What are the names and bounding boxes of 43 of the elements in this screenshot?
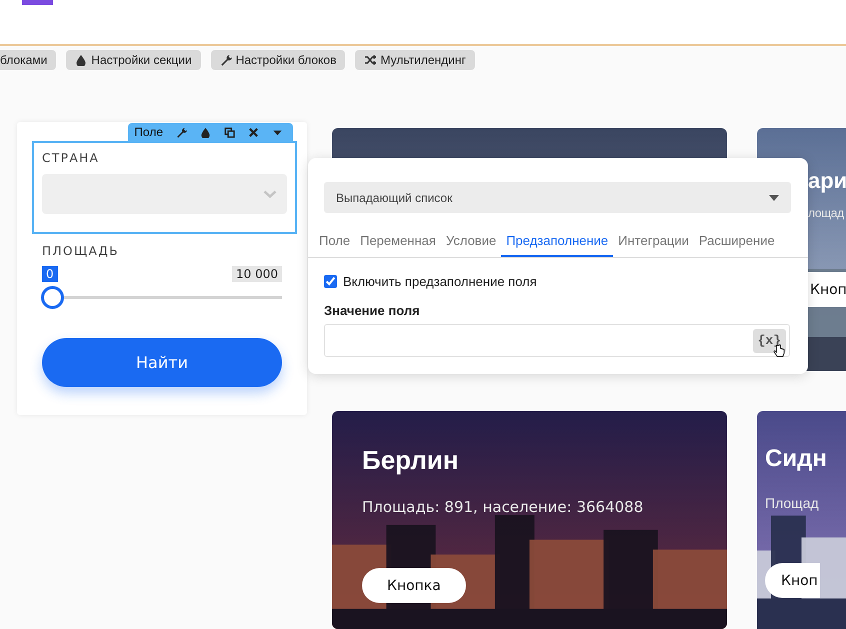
caret-down-icon [769, 194, 779, 200]
field-label: ПЛОЩАДЬ [42, 244, 120, 258]
card-button[interactable]: Кноп [808, 272, 846, 307]
card-title: Берлин [362, 445, 459, 476]
settings-tab[interactable]: Интеграции [613, 227, 694, 257]
drop-icon[interactable] [200, 126, 210, 138]
close-icon[interactable] [248, 126, 258, 138]
card-button[interactable]: Кнопка [362, 568, 466, 603]
field-label-tag: Поле [128, 125, 169, 139]
chevron-down-icon [263, 190, 277, 198]
slider-thumb[interactable] [41, 286, 64, 309]
shuffle-icon [364, 54, 376, 66]
settings-tab[interactable]: Поле [314, 227, 356, 257]
card-title: Сидн [765, 445, 827, 473]
slider-value-bubble: 0 [42, 266, 58, 282]
card-title: ари [808, 168, 846, 194]
value-input-field[interactable]: {x} [324, 324, 790, 357]
card-button[interactable]: Кноп [765, 563, 820, 598]
insert-variable-button[interactable]: {x} [752, 328, 786, 352]
toolbar-button[interactable]: блоками [0, 50, 56, 70]
select-value: Выпадающий список [336, 190, 452, 204]
enable-checkbox[interactable] [324, 275, 337, 288]
checkbox-label: Включить предзаполнение поля [343, 274, 537, 289]
field-label: СТРАНА [42, 151, 100, 165]
drop-icon [75, 54, 88, 66]
wrench-icon [220, 54, 232, 66]
settings-tab[interactable]: Расширение [694, 227, 780, 257]
logo-mark [22, 0, 53, 5]
settings-tab[interactable]: Условие [440, 227, 502, 257]
slider-max-value: 10 000 [232, 266, 282, 282]
field-label: Значение поля [324, 303, 421, 318]
toolbar-button[interactable]: Настройки секции [66, 50, 201, 70]
search-button[interactable]: Найти [42, 338, 282, 387]
field-type-select[interactable]: Выпадающий список [324, 182, 791, 213]
toolbar-button[interactable]: Мультилендинг [355, 50, 475, 70]
card-subtitle: Площадь: 891, население: 3664088 [362, 498, 644, 516]
settings-tab[interactable]: Предзаполнение [501, 227, 614, 257]
wrench-icon[interactable] [176, 126, 186, 138]
toolbar-button[interactable]: Настройки блоков [210, 50, 346, 70]
card-subtitle: Площад [765, 495, 819, 511]
card-subtitle: лощад [808, 206, 844, 220]
copy-icon[interactable] [224, 126, 234, 138]
settings-tab[interactable]: Переменная [355, 227, 441, 257]
